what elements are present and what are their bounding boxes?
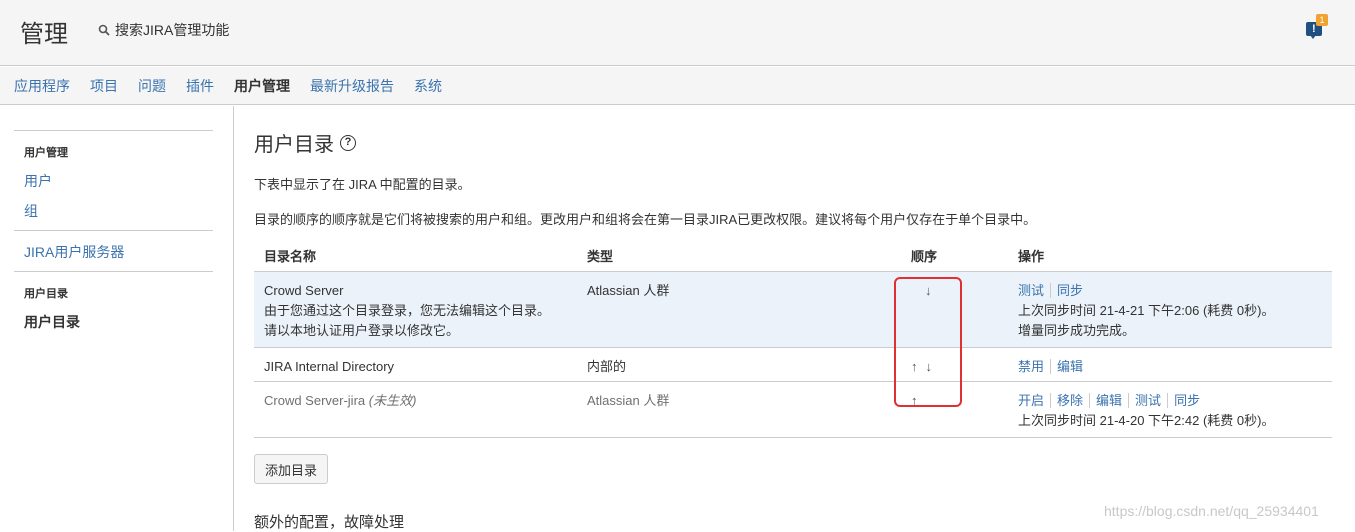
directory-operations-cell: 开启 移除 编辑 测试 同步 上次同步时间 21-4-20 下午2:42 (耗费 0秒)… xyxy=(1008,381,1332,438)
divider xyxy=(14,130,213,131)
sidebar-item-users[interactable]: 用户 xyxy=(24,171,52,191)
directory-operations-cell: 测试 同步 上次同步时间 21-4-21 下午2:06 (耗费 0秒)。 增量同步… xyxy=(1008,271,1332,348)
directory-name-cell: Crowd Server 由于您通过这个目录登录，您无法编辑这个目录。请以本地认… xyxy=(254,271,577,348)
directory-note: 由于您通过这个目录登录，您无法编辑这个目录。请以本地认证用户登录以修改它。 xyxy=(264,302,551,338)
nav-projects[interactable]: 项目 xyxy=(90,67,118,104)
directory-type: Atlassian 人群 xyxy=(577,381,901,438)
table-header-row: 目录名称 类型 顺序 操作 xyxy=(254,240,1332,272)
sidebar-item-user-directories[interactable]: 用户目录 xyxy=(24,312,80,332)
nav-issues[interactable]: 问题 xyxy=(138,67,166,104)
directory-name-cell: Crowd Server-jira (未生效) xyxy=(254,381,577,438)
directory-operations-cell: 禁用 编辑 xyxy=(1008,347,1332,382)
page-heading: 管理 xyxy=(20,21,68,48)
move-up-arrow-icon[interactable]: ↑ xyxy=(911,357,918,377)
add-directory-button[interactable]: 添加目录 xyxy=(254,454,329,484)
sidebar: 用户管理 用户 组 JIRA用户服务器 用户目录 用户目录 xyxy=(0,106,234,531)
page-title-text: 用户目录 xyxy=(254,134,334,156)
directory-order-cell: ↑ ↓ xyxy=(901,347,1008,382)
sync-link[interactable]: 同步 xyxy=(1050,282,1090,298)
table-row: Crowd Server-jira (未生效) Atlassian 人群 ↑ 开… xyxy=(254,381,1332,438)
nav-applications[interactable]: 应用程序 xyxy=(14,67,70,104)
move-up-arrow-icon[interactable]: ↑ xyxy=(911,391,918,411)
directory-name: Crowd Server-jira xyxy=(264,392,366,408)
test-link[interactable]: 测试 xyxy=(1018,283,1050,298)
sync-link[interactable]: 同步 xyxy=(1167,392,1207,408)
directory-inactive-label: (未生效) xyxy=(368,392,417,408)
section-heading-extra-config: 额外的配置，故障处理 xyxy=(254,514,405,531)
edit-link[interactable]: 编辑 xyxy=(1089,392,1129,408)
search-icon xyxy=(98,24,110,36)
disable-link[interactable]: 禁用 xyxy=(1018,359,1050,374)
directory-order-cell: ↓ xyxy=(901,271,1008,348)
help-icon[interactable]: ? xyxy=(340,134,356,151)
column-header-name: 目录名称 xyxy=(254,240,577,272)
nav-system[interactable]: 系统 xyxy=(414,67,442,104)
column-header-operations: 操作 xyxy=(1008,240,1332,272)
watermark: https://blog.csdn.net/qq_25934401 xyxy=(1104,503,1319,519)
notifications-button[interactable]: ! 1 xyxy=(1305,14,1329,41)
edit-link[interactable]: 编辑 xyxy=(1050,358,1090,374)
sync-info: 上次同步时间 21-4-20 下午2:42 (耗费 0秒)。 xyxy=(1018,412,1275,428)
table-row: JIRA Internal Directory 内部的 ↑ ↓ 禁用 编辑 xyxy=(254,347,1332,382)
sidebar-item-jira-user-server[interactable]: JIRA用户服务器 xyxy=(24,242,124,262)
directories-table: 目录名称 类型 顺序 操作 Crowd Server 由于您通过这个目录登录，您… xyxy=(254,240,1332,438)
description-text: 下表中显示了在 JIRA 中配置的目录。 xyxy=(254,177,471,192)
sync-info: 上次同步时间 21-4-21 下午2:06 (耗费 0秒)。 xyxy=(1018,302,1275,318)
nav-addons[interactable]: 插件 xyxy=(186,67,214,104)
directory-type: Atlassian 人群 xyxy=(577,271,901,348)
remove-link[interactable]: 移除 xyxy=(1050,392,1090,408)
divider xyxy=(14,271,213,272)
move-down-arrow-icon[interactable]: ↓ xyxy=(926,357,933,377)
sidebar-heading-user-management: 用户管理 xyxy=(24,147,68,159)
move-down-arrow-icon[interactable]: ↓ xyxy=(925,281,932,301)
directory-order-cell: ↑ xyxy=(901,381,1008,438)
column-header-type: 类型 xyxy=(577,240,901,272)
admin-nav: 应用程序 项目 问题 插件 用户管理 最新升级报告 系统 xyxy=(0,67,1355,105)
admin-search[interactable]: 搜索JIRA管理功能 xyxy=(98,20,229,40)
nav-upgrade-report[interactable]: 最新升级报告 xyxy=(310,67,394,104)
sync-status: 增量同步成功完成。 xyxy=(1018,322,1136,338)
nav-user-management[interactable]: 用户管理 xyxy=(234,67,290,104)
notification-count-badge: 1 xyxy=(1316,14,1328,26)
search-label: 搜索JIRA管理功能 xyxy=(115,22,230,38)
directory-type: 内部的 xyxy=(577,347,901,382)
column-header-order: 顺序 xyxy=(901,240,1008,272)
sidebar-item-groups[interactable]: 组 xyxy=(24,201,38,221)
sidebar-heading-user-directories: 用户目录 xyxy=(24,288,68,300)
description-text-order: 目录的顺序的顺序就是它们将被搜索的用户和组。更改用户和组将会在第一目录JIRA已… xyxy=(254,212,1037,227)
directory-name: Crowd Server xyxy=(264,282,344,298)
divider xyxy=(14,230,213,231)
enable-link[interactable]: 开启 xyxy=(1018,393,1050,408)
page-title: 用户目录 ? xyxy=(254,128,356,157)
directory-name: JIRA Internal Directory xyxy=(254,347,577,382)
admin-header: 管理 搜索JIRA管理功能 ! 1 xyxy=(0,0,1355,66)
test-link[interactable]: 测试 xyxy=(1128,392,1168,408)
table-row: Crowd Server 由于您通过这个目录登录，您无法编辑这个目录。请以本地认… xyxy=(254,271,1332,348)
